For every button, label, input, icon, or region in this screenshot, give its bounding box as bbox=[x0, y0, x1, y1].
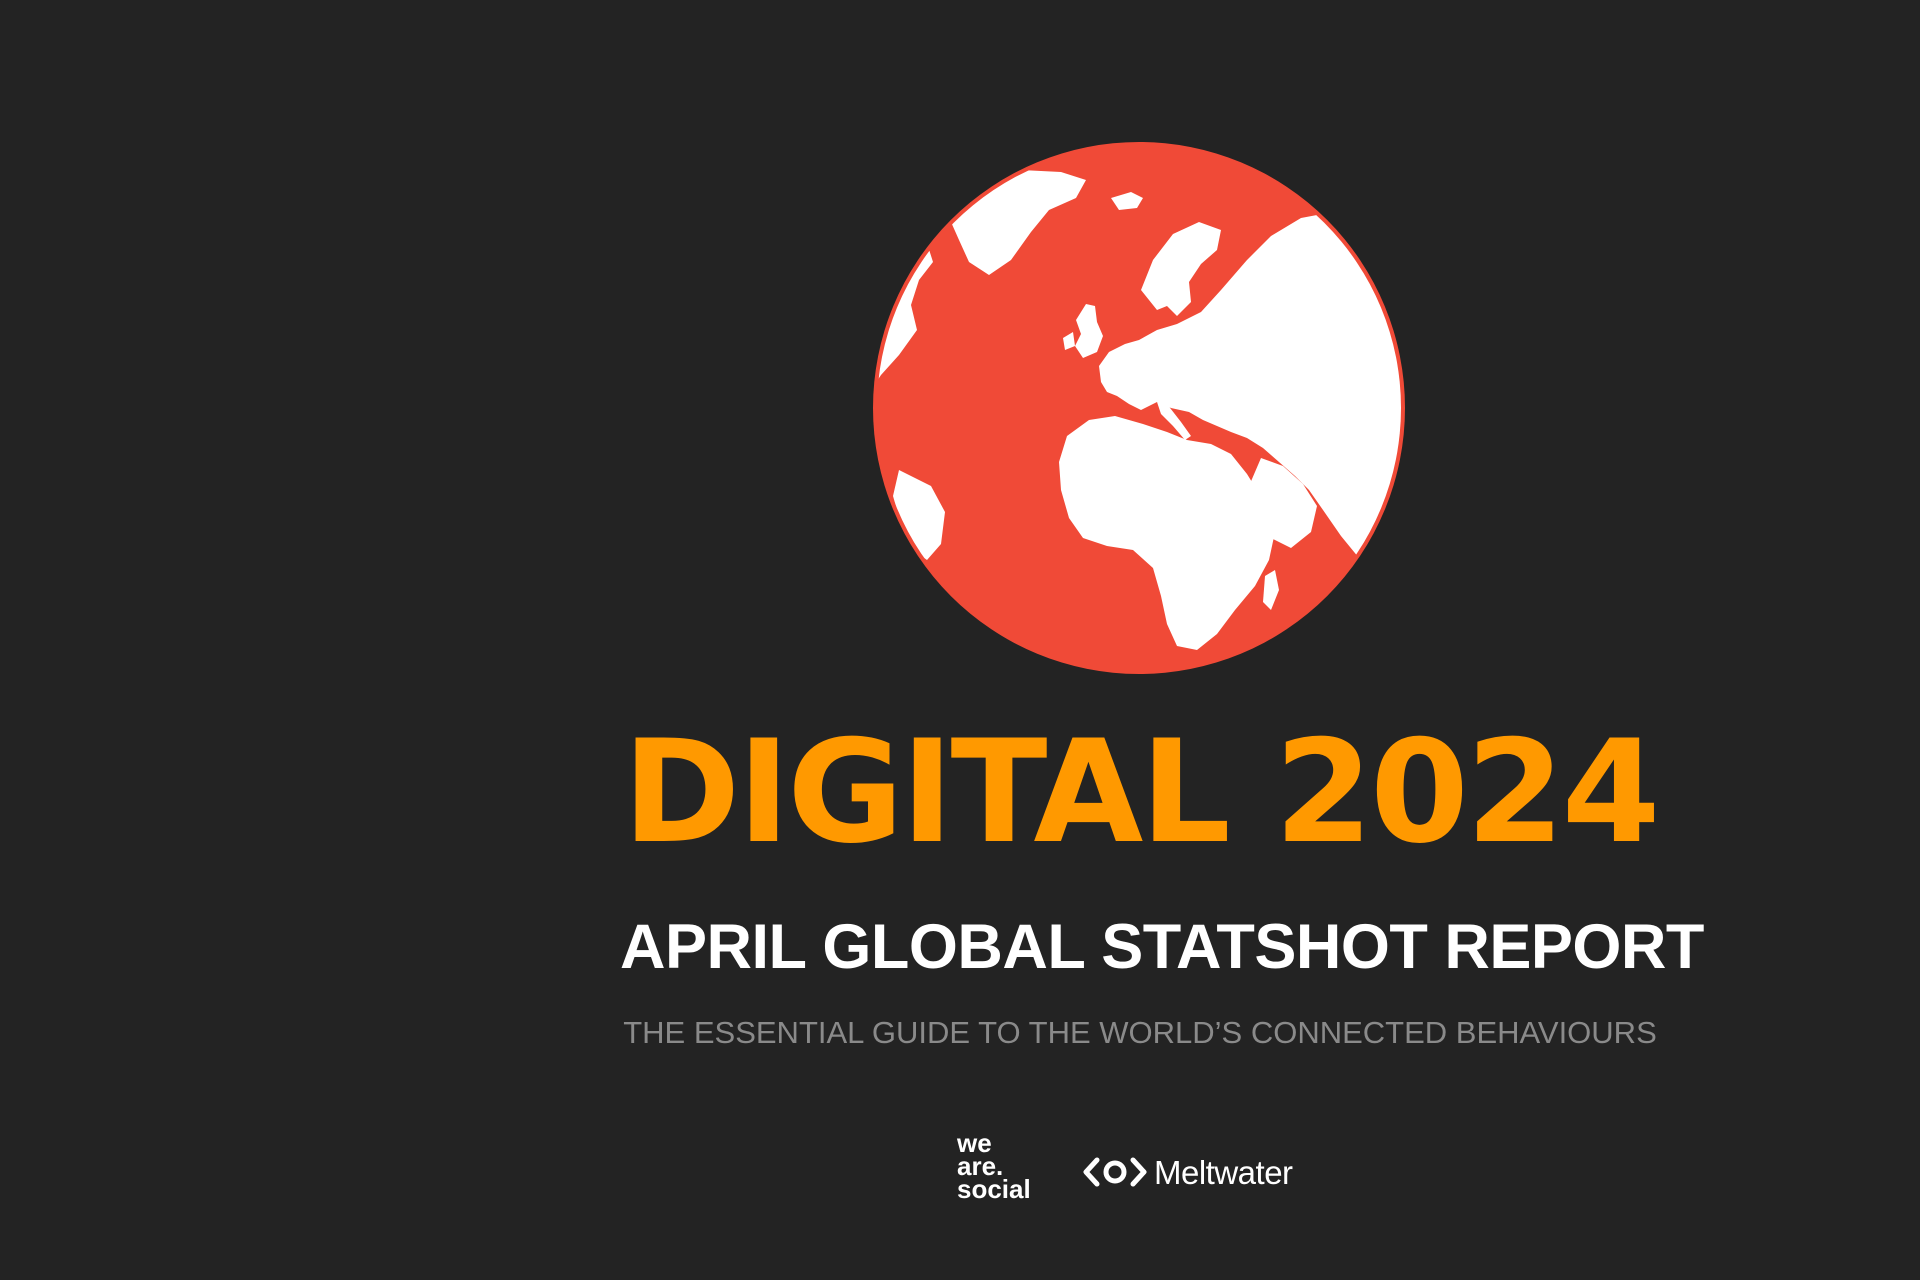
we-are-social-line-3: social bbox=[957, 1174, 1031, 1204]
meltwater-logo-icon bbox=[1083, 1157, 1147, 1187]
globe-icon bbox=[871, 140, 1407, 676]
report-cover: { "cover": { "title": "DIGITAL 2024", "s… bbox=[0, 0, 1920, 1280]
report-title: DIGITAL 2024 bbox=[622, 710, 1661, 875]
we-are-social-logo: we are. social bbox=[957, 1130, 1057, 1204]
report-tagline: THE ESSENTIAL GUIDE TO THE WORLD’S CONNE… bbox=[623, 1015, 1657, 1050]
report-subtitle: APRIL GLOBAL STATSHOT REPORT bbox=[620, 912, 1704, 982]
meltwater-logo: Meltwater bbox=[1082, 1152, 1293, 1192]
meltwater-wordmark: Meltwater bbox=[1154, 1153, 1293, 1191]
